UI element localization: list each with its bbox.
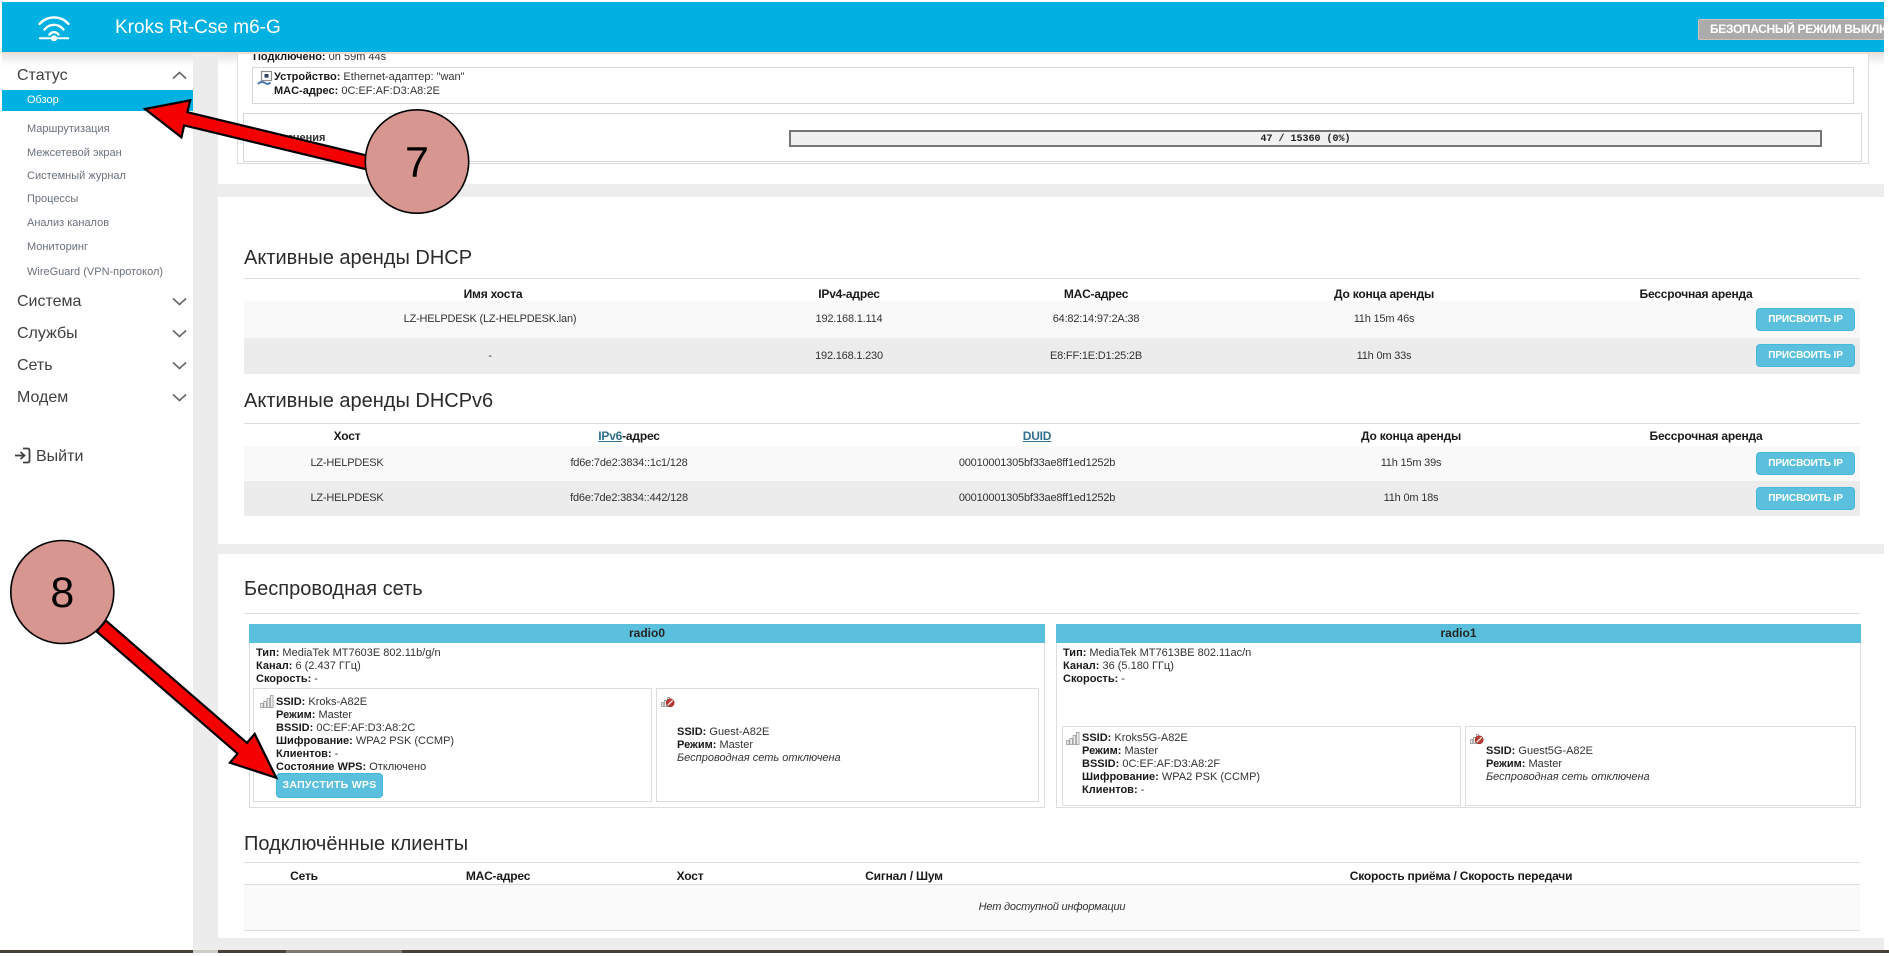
- svg-text:8: 8: [50, 569, 74, 617]
